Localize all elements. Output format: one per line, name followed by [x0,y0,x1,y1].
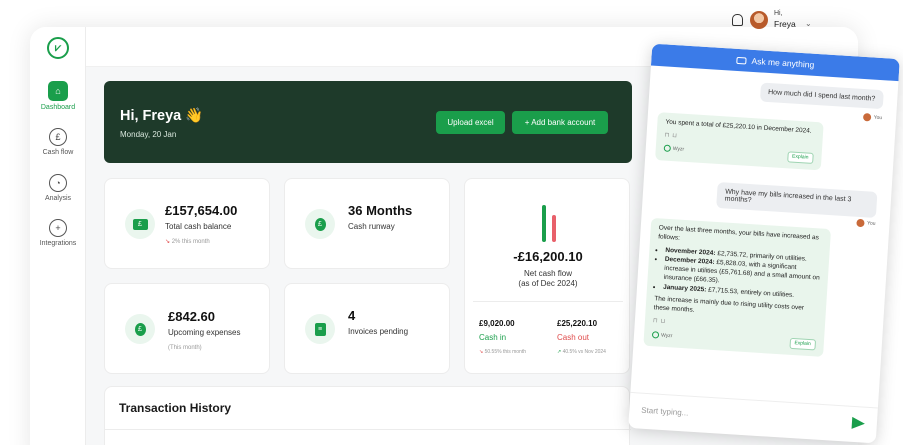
chat-panel: Ask me anything How much did I spend las… [628,43,900,444]
chat-input-placeholder: Start typing... [641,405,689,418]
chat-header-title: Ask me anything [751,55,815,70]
divider [105,429,631,430]
user-name[interactable]: Freya [774,19,796,29]
cash-balance-card[interactable]: £ £157,654.00 Total cash balance ↘ 2% th… [104,178,270,269]
bot-name: Wyzr [672,146,685,154]
net-cash-flow-card[interactable]: -£16,200.10 Net cash flow (as of Dec 202… [464,178,630,374]
upcoming-expenses-card[interactable]: £ £842.60 Upcoming expenses (This month) [104,283,270,374]
cash-icon: £ [125,209,155,239]
list-item-month: January 2025: [662,283,707,294]
bot-message: You spent a total of £25,220.10 in Decem… [655,112,824,171]
upcoming-expenses-period: (This month) [168,345,202,351]
cash-balance-label: Total cash balance [165,222,232,231]
list-item-month: November 2024: [665,246,716,257]
avatar [862,112,871,122]
cash-runway-value: 36 Months [348,203,413,218]
sidebar-item-integrations[interactable]: + Integrations [30,219,86,247]
expense-icon: £ [125,314,155,344]
net-cash-flow-date: (as of Dec 2024) [518,279,578,288]
cash-in-value: £9,020.00 [479,319,515,328]
pound-icon: £ [49,128,67,146]
invoice-icon: ≡ [305,314,335,344]
home-icon: ⌂ [48,81,68,101]
greeting-title: Hi, Freya 👋 [120,108,204,124]
message-sender: You [862,112,883,122]
user-message: How much did I spend last month? [759,82,884,110]
sidebar-item-cash-flow[interactable]: £ Cash flow [30,128,86,156]
chat-messages: How much did I spend last month? You You… [630,66,898,408]
cash-out-value: £25,220.10 [557,319,598,328]
add-bank-account-button[interactable]: + Add bank account [512,111,608,134]
message-sender: You [855,218,876,228]
plus-circle-icon: + [49,219,67,237]
feedback-thumbs-icon[interactable]: ⊓⊔ [653,317,669,326]
cash-balance-change-row: ↘ 2% this month [165,238,210,245]
upcoming-expenses-label: Upcoming expenses [168,328,241,337]
cash-out-change: 40.5% vs Nov 2024 [562,349,606,355]
wyzr-logo-icon [651,330,660,339]
invoices-pending-card[interactable]: ≡ 4 Invoices pending [284,283,450,374]
cash-out-label: Cash out [557,333,590,342]
sidebar-item-dashboard[interactable]: ⌂ Dashboard [30,81,86,111]
trend-up-icon: ↗ [557,349,562,355]
trend-down-icon: ↘ [479,349,484,355]
sidebar: ⩗ ⌂ Dashboard £ Cash flow ◔ Analysis + I… [30,27,86,445]
coins-icon: £ [305,209,335,239]
cash-runway-label: Cash runway [348,222,395,231]
trend-down-icon: ↘ [165,239,171,245]
cash-in-change-row: ↘ 50.55% this month [479,349,526,355]
bot-message: Over the last three months, your bills h… [643,217,832,357]
transaction-history-card: Transaction History [104,386,631,445]
net-cash-flow-label: Net cash flow [523,269,573,278]
upcoming-expenses-value: £842.60 [168,309,215,324]
transaction-history-title: Transaction History [119,401,232,415]
net-cash-flow-value: -£16,200.10 [513,249,583,264]
bot-message-list: November 2024: £2,735.72, primarily on u… [663,246,822,302]
feedback-thumbs-icon[interactable]: ⊓⊔ [664,131,680,140]
chat-bubble-icon [736,56,747,65]
upload-excel-button[interactable]: Upload excel [436,111,505,134]
sender-label: You [866,220,876,227]
sidebar-item-label: Cash flow [42,149,74,156]
bot-name: Wyzr [660,332,673,339]
avatar[interactable] [750,11,768,29]
explain-button[interactable]: Explain [786,151,814,164]
avatar [855,218,865,228]
welcome-banner: Hi, Freya 👋 Monday, 20 Jan Upload excel … [104,81,632,163]
user-message: Why have my bills increased in the last … [716,181,878,218]
sidebar-item-label: Dashboard [40,104,76,111]
chevron-down-icon[interactable]: ⌄ [805,19,812,28]
greeting-small: Hi, [774,10,783,17]
explain-button[interactable]: Explain [789,337,817,351]
sidebar-item-analysis[interactable]: ◔ Analysis [30,174,86,202]
wyzr-logo[interactable]: ⩗ [47,37,69,59]
cash-in-label: Cash in [479,333,507,342]
sidebar-item-label: Analysis [44,195,72,202]
cash-in-change: 50.55% this month [484,349,527,355]
wyzr-logo-icon [663,144,671,153]
cash-balance-value: £157,654.00 [165,203,238,218]
cash-out-change-row: ↗ 40.5% vs Nov 2024 [557,349,606,355]
pie-chart-icon: ◔ [49,174,67,192]
invoices-pending-value: 4 [348,308,356,323]
cash-in-bar [542,204,546,242]
cash-out-bar [552,214,556,242]
sender-label: You [873,114,883,122]
cash-runway-card[interactable]: £ 36 Months Cash runway [284,178,450,269]
sidebar-item-label: Integrations [39,240,77,247]
bell-icon[interactable] [732,14,743,26]
invoices-pending-label: Invoices pending [348,327,409,336]
current-date: Monday, 20 Jan [120,130,177,139]
send-icon[interactable] [851,416,866,430]
cash-balance-change: 2% this month [171,239,210,245]
divider [473,301,623,302]
